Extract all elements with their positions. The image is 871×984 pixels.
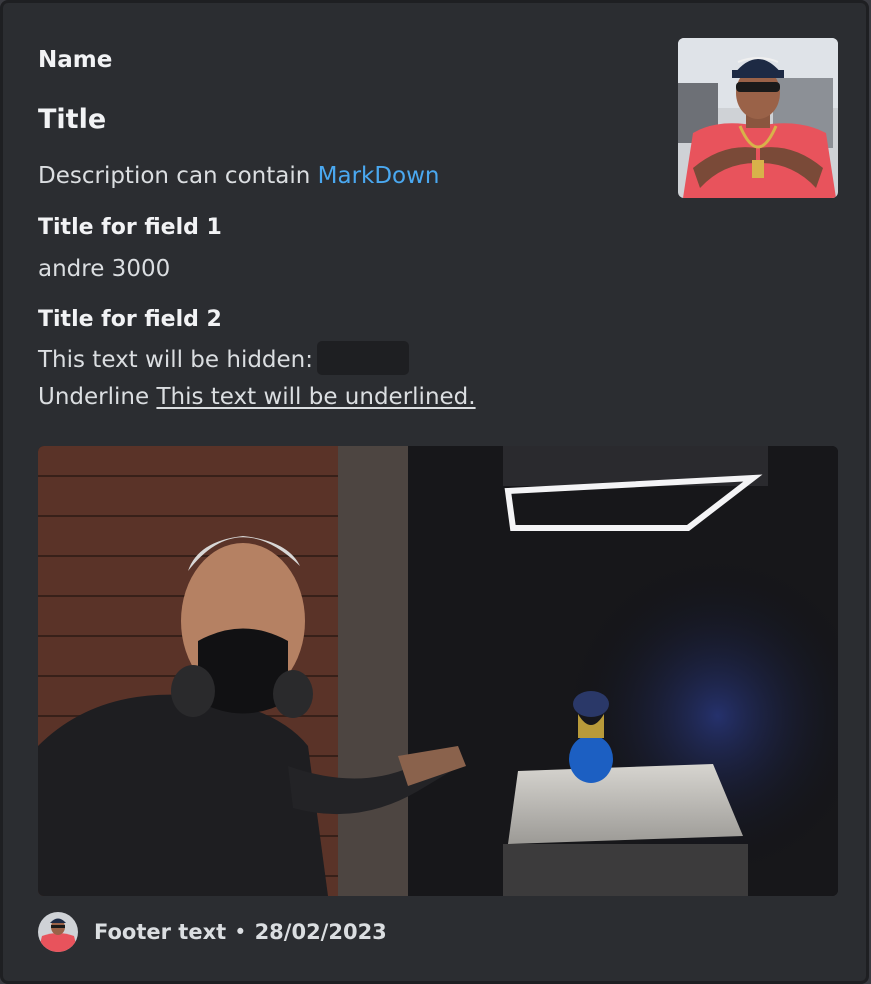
portrait-photo-icon — [38, 912, 78, 952]
embed-footer: Footer text • 28/02/2023 — [38, 912, 387, 952]
description-text: Description can contain — [38, 163, 318, 189]
footer-avatar — [38, 912, 78, 952]
field-2-hidden-line: This text will be hidden: — [38, 340, 410, 378]
spoiler-block[interactable] — [317, 340, 410, 375]
footer-text: Footer text — [94, 920, 227, 944]
footer-timestamp: 28/02/2023 — [254, 920, 387, 944]
embed-card: Name Title Description can contain MarkD… — [0, 0, 869, 984]
embed-image[interactable] — [38, 446, 838, 896]
underlined-text: This text will be underlined. — [156, 384, 476, 410]
footer-separator: • — [234, 920, 247, 944]
hidden-label: This text will be hidden: — [38, 347, 314, 373]
thumbnail-image[interactable] — [678, 38, 838, 198]
underline-label: Underline — [38, 384, 157, 410]
field-1-value[interactable]: andre 3000 — [38, 251, 170, 287]
game-screenshot-icon — [38, 446, 838, 896]
field-1-name: Title for field 1 — [38, 215, 222, 240]
embed-description: Description can contain MarkDown — [38, 161, 440, 191]
markdown-link[interactable]: MarkDown — [318, 163, 440, 189]
embed-title[interactable]: Title — [38, 103, 106, 137]
portrait-photo-icon — [678, 38, 838, 198]
field-2-underline-line: Underline This text will be underlined. — [38, 379, 476, 415]
field-2-name: Title for field 2 — [38, 307, 222, 332]
author-name[interactable]: Name — [38, 46, 112, 74]
